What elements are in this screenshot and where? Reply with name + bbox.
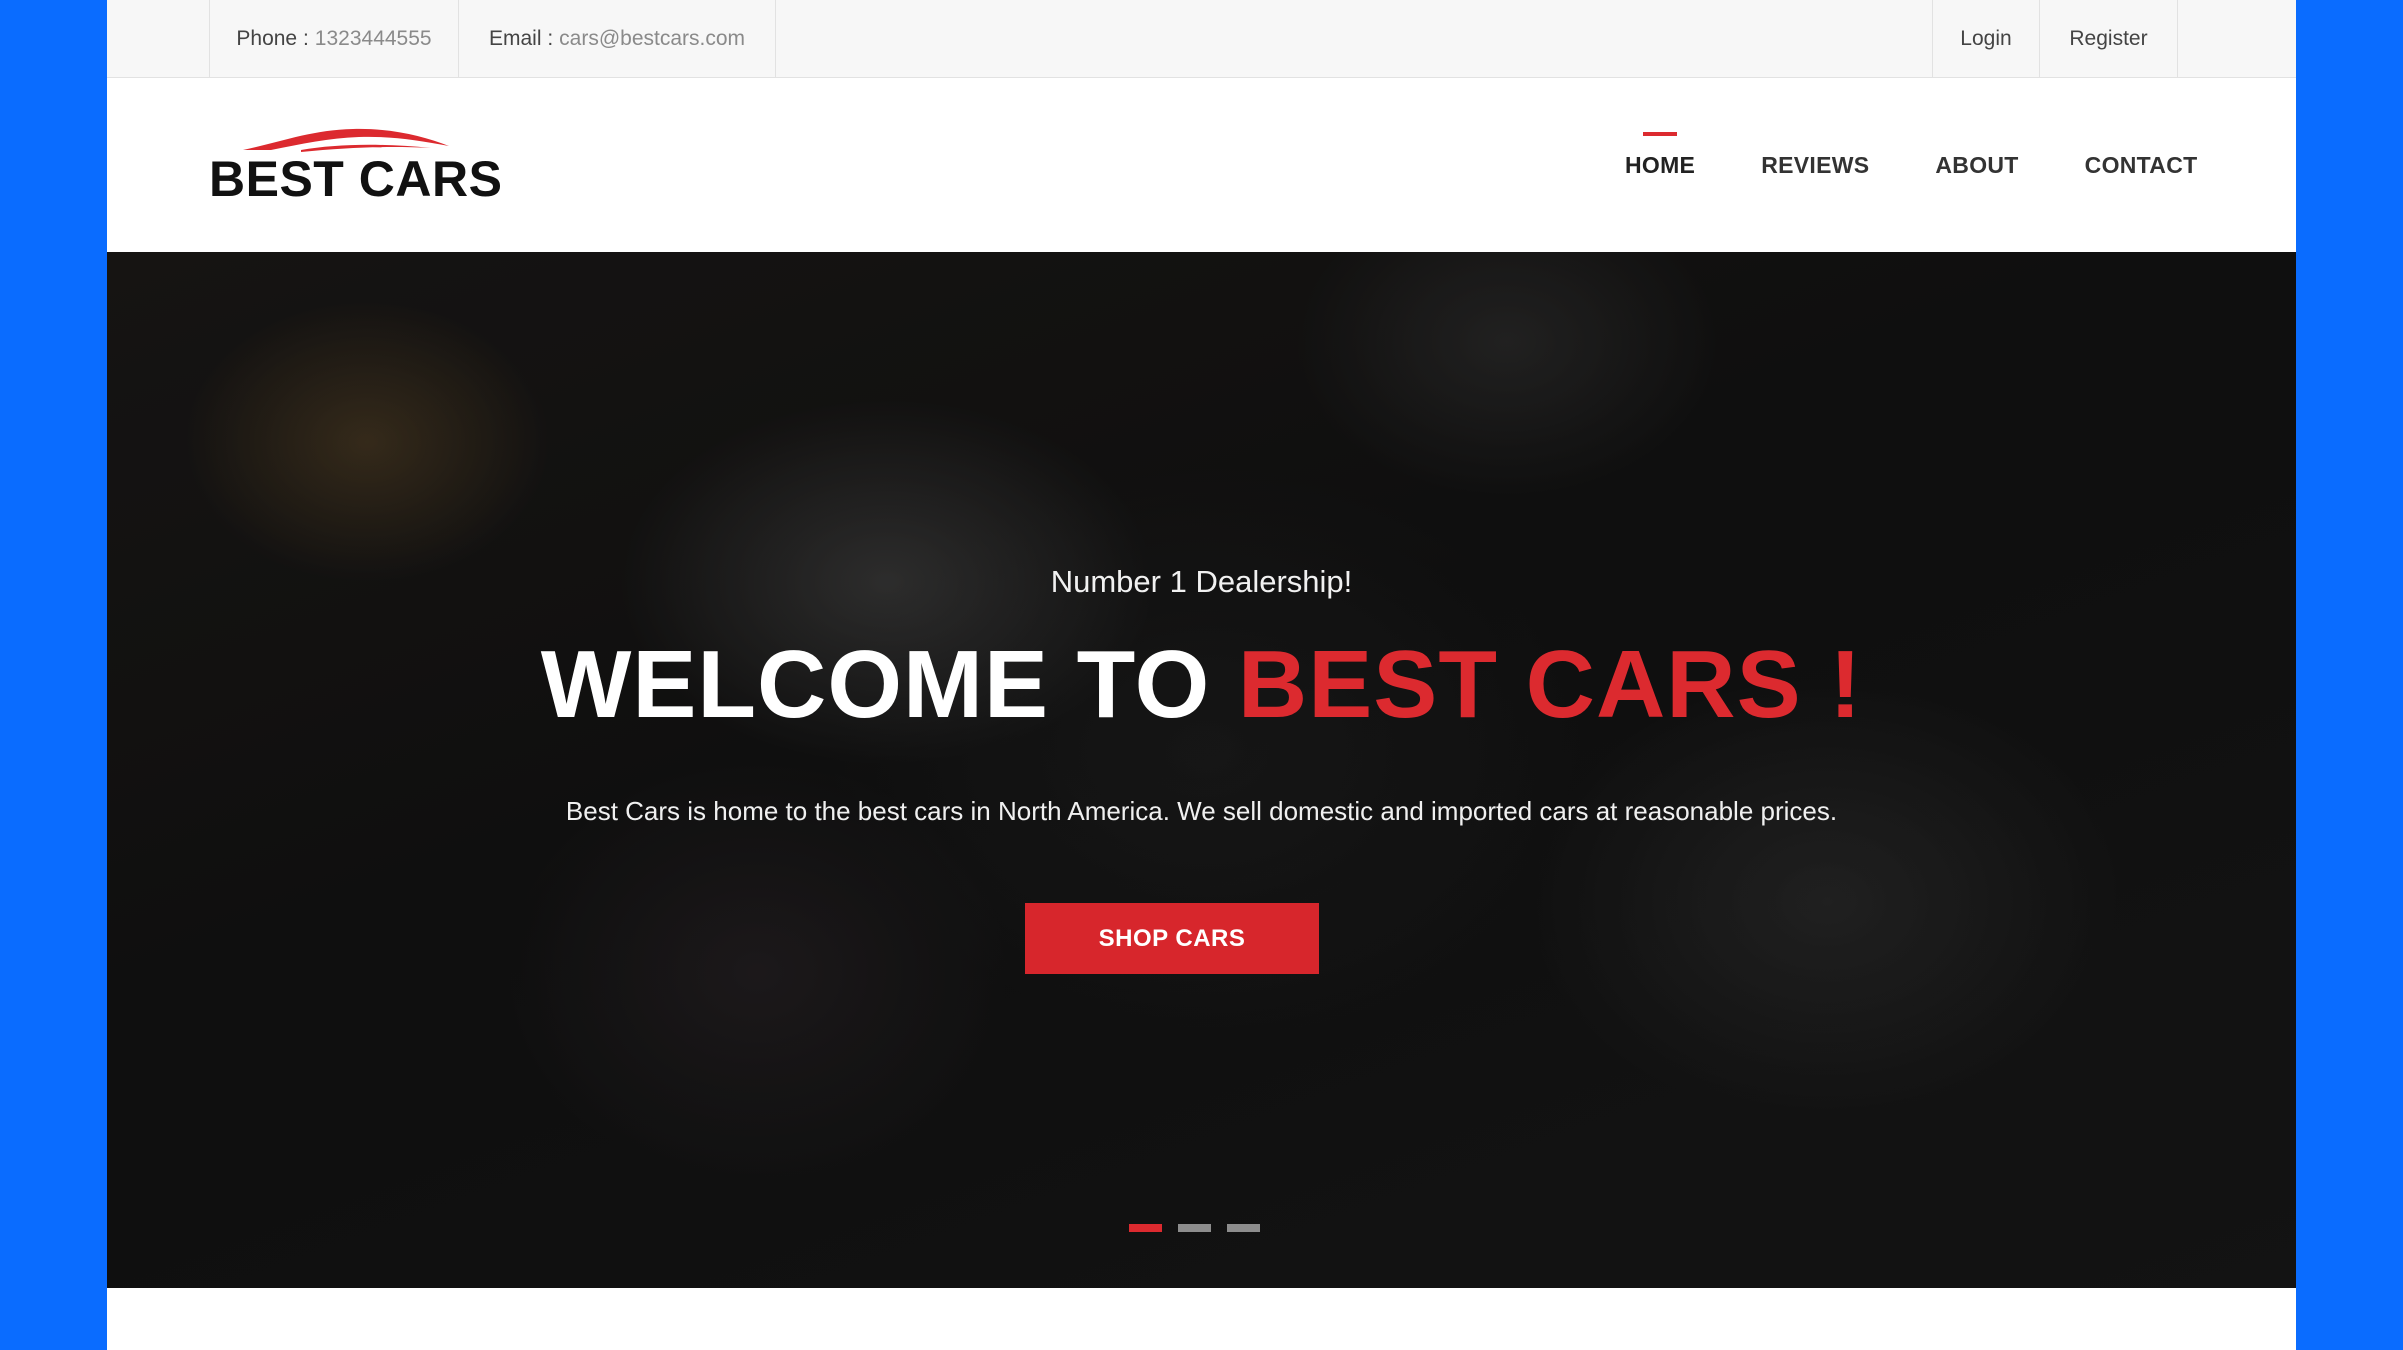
site-header: BEST CARS HOME REVIEWS ABOUT CONTACT (107, 79, 2296, 252)
shop-cars-button[interactable]: SHOP CARS (1025, 903, 1319, 974)
slider-indicators (1129, 1224, 1260, 1232)
phone-label: Phone : (236, 27, 309, 50)
slide-indicator-3[interactable] (1227, 1224, 1260, 1232)
top-bar: Phone : 1323444555 Email : cars@bestcars… (107, 0, 2296, 78)
phone-info: Phone : 1323444555 (209, 0, 458, 78)
nav-home[interactable]: HOME (1617, 152, 1703, 179)
hero-title-accent: BEST CARS ! (1237, 631, 1863, 738)
login-link[interactable]: Login (1932, 0, 2039, 78)
hero-kicker: Number 1 Dealership! (1050, 564, 1353, 599)
main-nav: HOME REVIEWS ABOUT CONTACT (1617, 79, 2205, 252)
nav-about[interactable]: ABOUT (1927, 152, 2026, 179)
hero-title-lead: WELCOME TO (540, 631, 1238, 738)
logo[interactable]: BEST CARS (209, 126, 502, 207)
nav-contact[interactable]: CONTACT (2077, 152, 2206, 179)
phone-number[interactable]: 1323444555 (315, 27, 432, 51)
email-info: Email : cars@bestcars.com (458, 0, 776, 78)
register-link[interactable]: Register (2039, 0, 2178, 78)
slide-indicator-1[interactable] (1129, 1224, 1162, 1232)
email-label: Email : (488, 27, 554, 50)
hero-content: Number 1 Dealership! WELCOME TO BEST CAR… (107, 252, 2296, 1288)
nav-reviews[interactable]: REVIEWS (1753, 152, 1877, 179)
slide-indicator-2[interactable] (1178, 1224, 1211, 1232)
page: Phone : 1323444555 Email : cars@bestcars… (107, 0, 2296, 1350)
hero-banner: Number 1 Dealership! WELCOME TO BEST CAR… (107, 252, 2296, 1288)
logo-text: BEST CARS (209, 151, 503, 207)
hero-subtitle: Best Cars is home to the best cars in No… (565, 796, 1838, 826)
hero-title: WELCOME TO BEST CARS ! (107, 630, 2296, 740)
email-address[interactable]: cars@bestcars.com (559, 27, 745, 51)
